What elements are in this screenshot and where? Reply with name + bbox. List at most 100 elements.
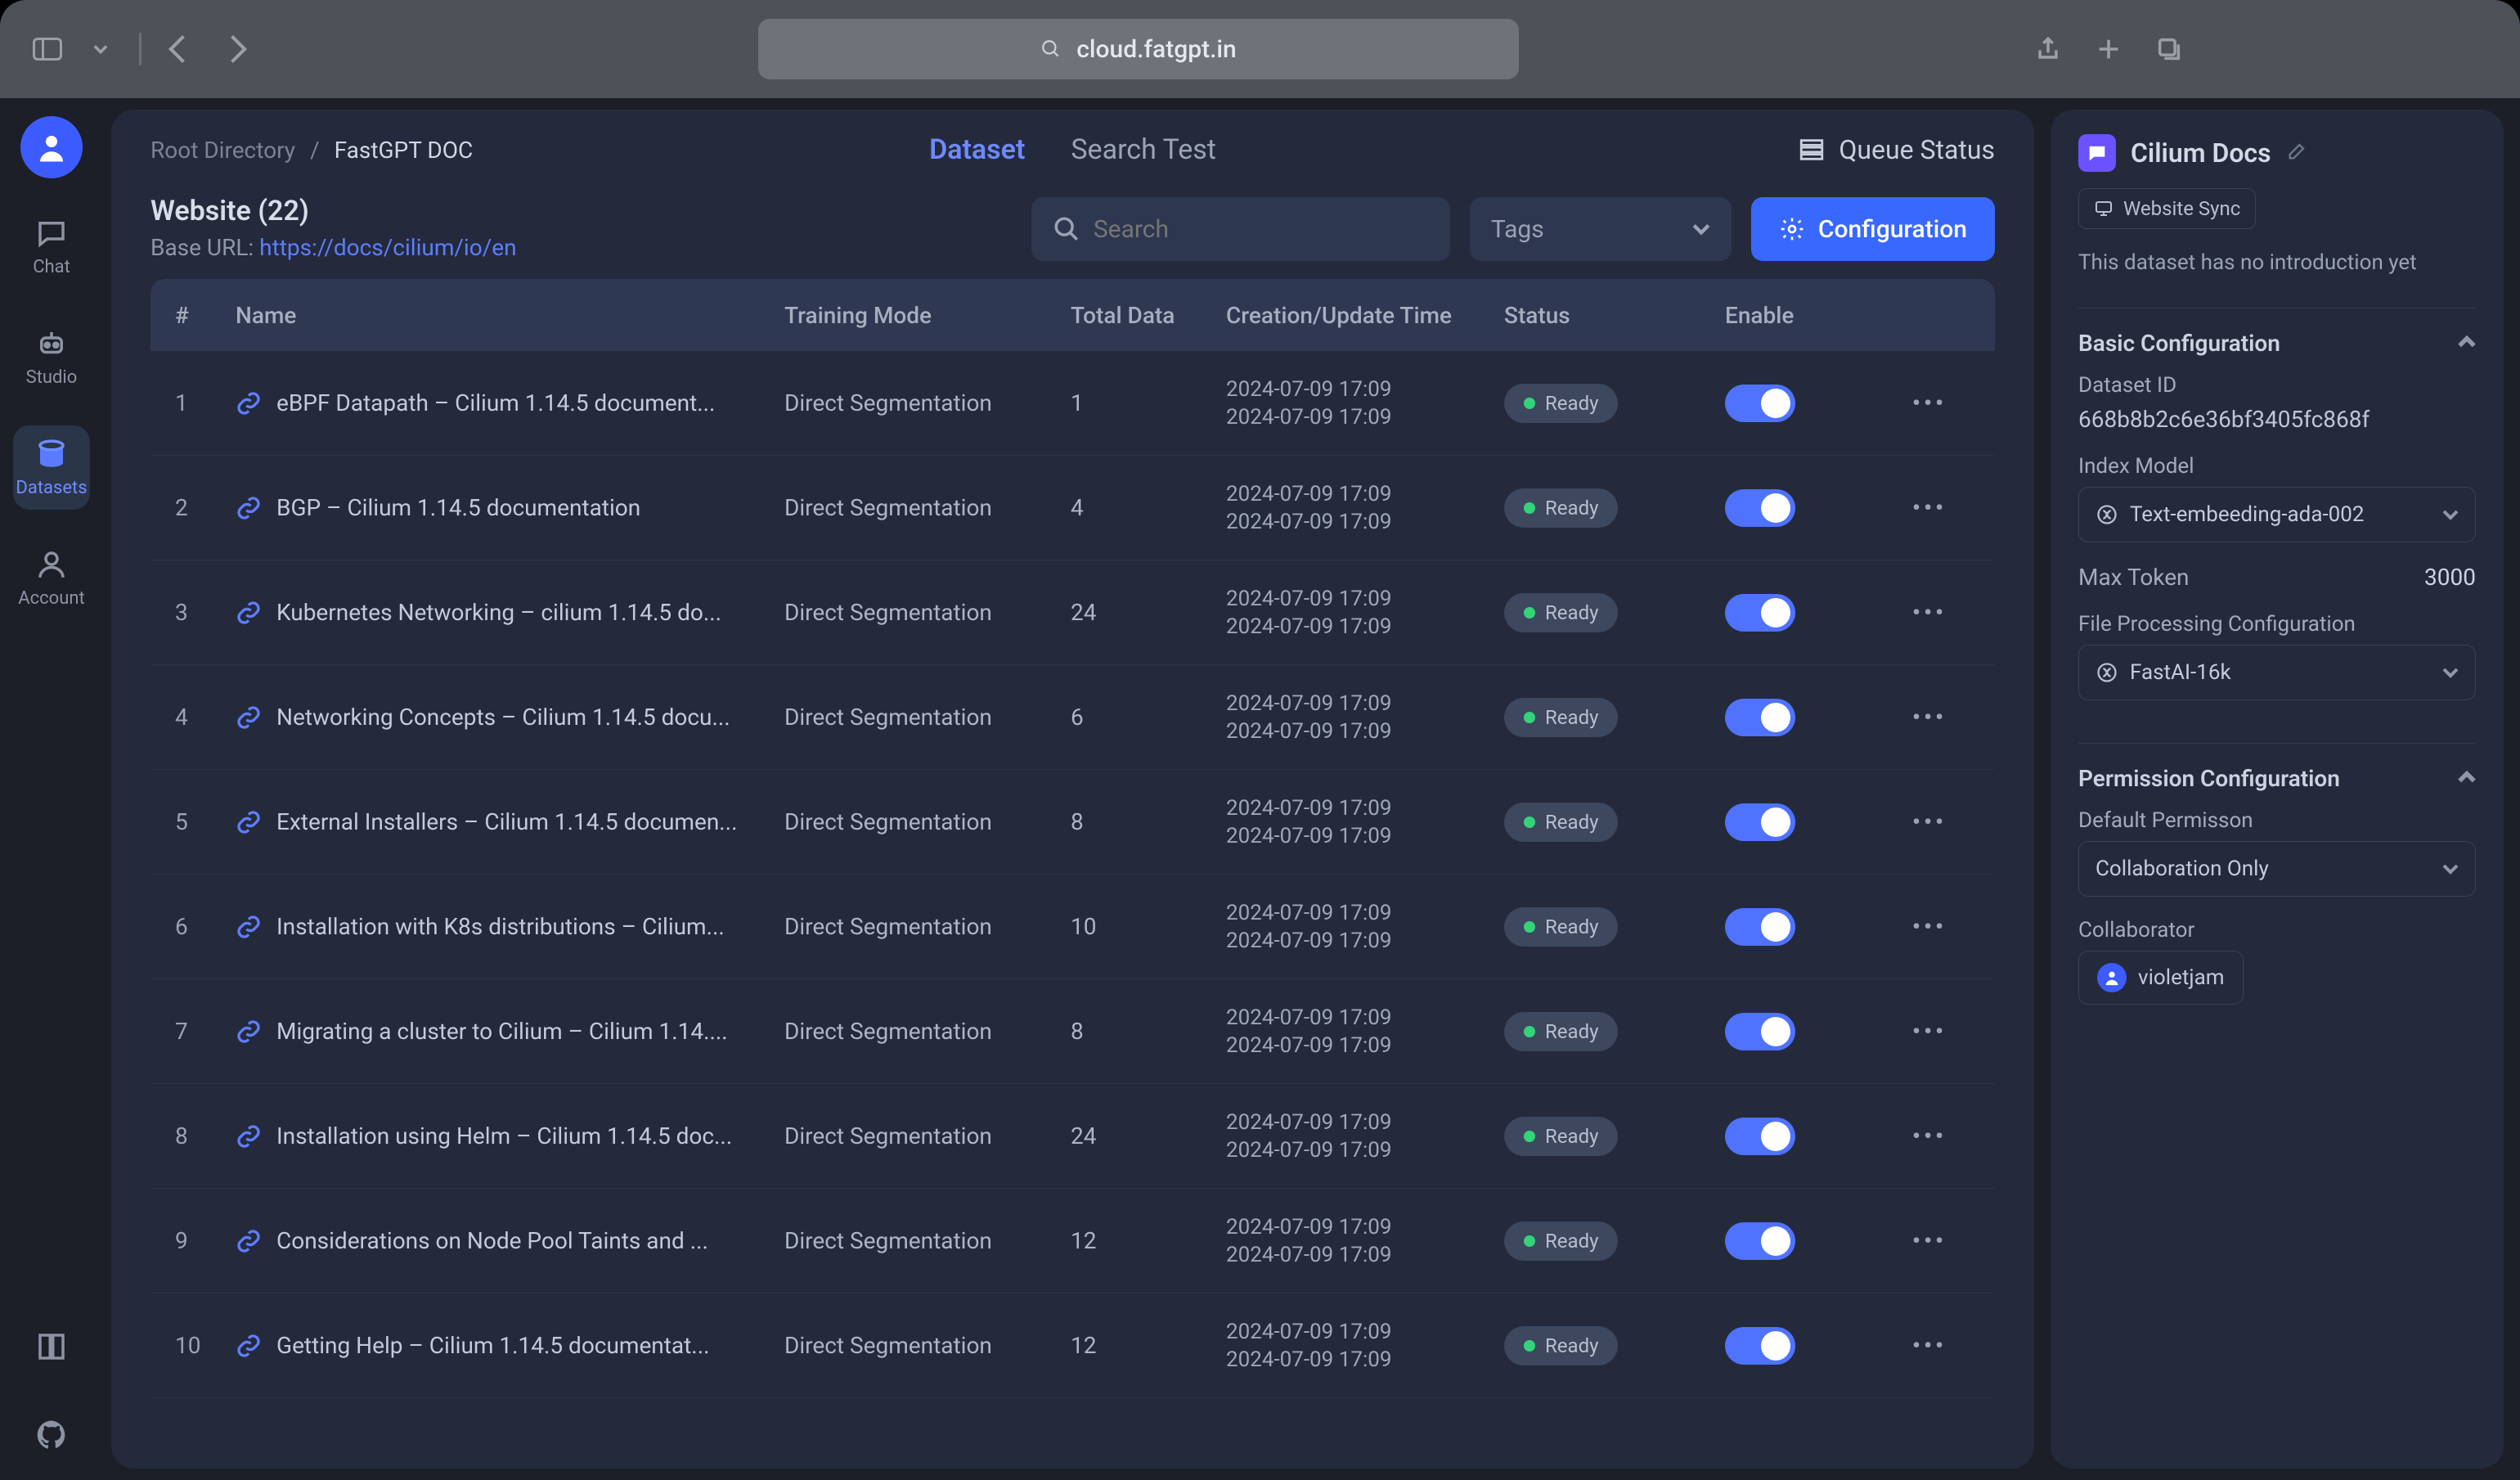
table-row[interactable]: 2BGP – Cilium 1.14.5 documentationDirect…: [150, 456, 1995, 560]
collaborator-label: Collaborator: [2078, 918, 2476, 942]
row-actions-button[interactable]: •••: [1912, 494, 1947, 521]
row-name: External Installers – Cilium 1.14.5 docu…: [276, 808, 737, 835]
chevron-down-icon[interactable]: [93, 42, 108, 56]
table-row[interactable]: 8Installation using Helm – Cilium 1.14.5…: [150, 1084, 1995, 1189]
table-row[interactable]: 9Considerations on Node Pool Taints and …: [150, 1189, 1995, 1293]
status-badge: Ready: [1504, 384, 1618, 423]
nav-back-icon[interactable]: [168, 35, 196, 63]
enable-toggle[interactable]: [1725, 489, 1795, 527]
row-total: 8: [1071, 1018, 1226, 1045]
enable-toggle[interactable]: [1725, 385, 1795, 422]
col-idx: #: [175, 302, 236, 329]
enable-toggle[interactable]: [1725, 908, 1795, 946]
max-token-value: 3000: [2424, 564, 2476, 591]
configuration-button[interactable]: Configuration: [1751, 197, 1995, 261]
tab-search-test[interactable]: Search Test: [1071, 133, 1216, 166]
enable-toggle[interactable]: [1725, 1327, 1795, 1365]
permission-config-header[interactable]: Permission Configuration: [2078, 765, 2476, 792]
enable-toggle[interactable]: [1725, 1013, 1795, 1050]
table-row[interactable]: 4Networking Concepts – Cilium 1.14.5 doc…: [150, 665, 1995, 770]
row-mode: Direct Segmentation: [784, 599, 1071, 626]
nav-studio[interactable]: Studio: [13, 315, 90, 399]
row-actions-button[interactable]: •••: [1912, 389, 1947, 416]
nav-forward-icon[interactable]: [219, 35, 247, 63]
row-index: 7: [175, 1018, 236, 1045]
enable-toggle[interactable]: [1725, 803, 1795, 841]
row-name: eBPF Datapath – Cilium 1.14.5 document..…: [276, 389, 715, 416]
file-proc-select[interactable]: FastAI-16k: [2078, 645, 2476, 700]
table-row[interactable]: 3 Kubernetes Networking – cilium 1.14.5 d…: [150, 560, 1995, 665]
row-actions-button[interactable]: •••: [1912, 913, 1947, 940]
enable-toggle[interactable]: [1725, 1222, 1795, 1260]
table-row[interactable]: 1eBPF Datapath – Cilium 1.14.5 document.…: [150, 351, 1995, 456]
chevron-up-icon: [2458, 768, 2476, 786]
basic-config-header[interactable]: Basic Configuration: [2078, 330, 2476, 357]
row-actions-button[interactable]: •••: [1912, 1227, 1947, 1254]
search-box[interactable]: [1031, 197, 1450, 261]
status-badge: Ready: [1504, 1221, 1618, 1261]
col-total-data: Total Data: [1071, 302, 1226, 329]
row-total: 24: [1071, 599, 1226, 626]
row-mode: Direct Segmentation: [784, 1332, 1071, 1359]
default-permission-label: Default Permisson: [2078, 808, 2476, 833]
edit-title-button[interactable]: [2286, 137, 2309, 169]
row-actions-button[interactable]: •••: [1912, 808, 1947, 835]
nav-datasets[interactable]: Datasets: [13, 425, 90, 510]
tags-select[interactable]: Tags: [1470, 197, 1732, 261]
nav-chat[interactable]: Chat: [13, 205, 90, 289]
chevron-down-icon: [2442, 506, 2459, 523]
row-times: 2024-07-09 17:092024-07-09 17:09: [1226, 796, 1504, 848]
row-actions-button[interactable]: •••: [1912, 1122, 1947, 1149]
table-row[interactable]: 7Migrating a cluster to Cilium – Cilium …: [150, 979, 1995, 1084]
breadcrumb-root[interactable]: Root Directory: [150, 137, 295, 164]
table-row[interactable]: 5External Installers – Cilium 1.14.5 doc…: [150, 770, 1995, 875]
index-model-select[interactable]: Text-embeeding-ada-002: [2078, 487, 2476, 542]
nav-studio-label: Studio: [26, 367, 78, 388]
table-row[interactable]: 6Installation with K8s distributions – C…: [150, 875, 1995, 979]
base-url-link[interactable]: https://docs/cilium/io/en: [259, 234, 516, 261]
dataset-icon: [2078, 134, 2116, 172]
row-actions-button[interactable]: •••: [1912, 1018, 1947, 1045]
enable-toggle[interactable]: [1725, 594, 1795, 632]
model-icon: [2096, 661, 2118, 684]
dataset-id-label: Dataset ID: [2078, 373, 2476, 398]
github-icon[interactable]: [34, 1418, 69, 1455]
file-proc-label: File Processing Configuration: [2078, 612, 2476, 637]
enable-toggle[interactable]: [1725, 1118, 1795, 1155]
tab-dataset[interactable]: Dataset: [929, 133, 1025, 166]
nav-account-label: Account: [18, 588, 84, 609]
row-times: 2024-07-09 17:092024-07-09 17:09: [1226, 1320, 1504, 1372]
nav-datasets-label: Datasets: [16, 478, 87, 498]
nav-account[interactable]: Account: [13, 536, 90, 620]
basic-config-label: Basic Configuration: [2078, 330, 2280, 357]
robot-icon: [34, 326, 69, 361]
base-url: Base URL: https://docs/cilium/io/en: [150, 234, 517, 261]
row-name: Kubernetes Networking – cilium 1.14.5 do…: [276, 599, 721, 626]
website-sync-button[interactable]: Website Sync: [2078, 188, 2256, 229]
row-actions-button[interactable]: •••: [1912, 599, 1947, 626]
row-actions-button[interactable]: •••: [1912, 1332, 1947, 1359]
search-input[interactable]: [1094, 215, 1429, 244]
docs-icon[interactable]: [34, 1329, 69, 1367]
sidebar-toggle-icon[interactable]: [33, 38, 62, 61]
collaborator-chip[interactable]: violetjam: [2078, 951, 2244, 1005]
breadcrumb: Root Directory / FastGPT DOC: [150, 137, 473, 164]
enable-toggle[interactable]: [1725, 699, 1795, 736]
user-avatar[interactable]: [20, 116, 83, 178]
row-actions-button[interactable]: •••: [1912, 704, 1947, 731]
data-table: # Name Training Mode Total Data Creation…: [150, 279, 1995, 1469]
share-icon[interactable]: [2034, 35, 2062, 63]
tabs-icon[interactable]: [2155, 35, 2183, 63]
url-bar[interactable]: cloud.fatgpt.in: [758, 19, 1519, 79]
row-index: 3: [175, 599, 236, 626]
row-mode: Direct Segmentation: [784, 704, 1071, 731]
model-icon: [2096, 503, 2118, 526]
base-url-label: Base URL:: [150, 234, 259, 261]
default-permission-select[interactable]: Collaboration Only: [2078, 841, 2476, 897]
plus-icon[interactable]: [2095, 35, 2122, 63]
queue-status-button[interactable]: Queue Status: [1798, 134, 1995, 165]
row-index: 4: [175, 704, 236, 731]
table-row[interactable]: 10Getting Help – Cilium 1.14.5 documenta…: [150, 1293, 1995, 1398]
link-icon: [236, 914, 262, 940]
row-total: 4: [1071, 494, 1226, 521]
